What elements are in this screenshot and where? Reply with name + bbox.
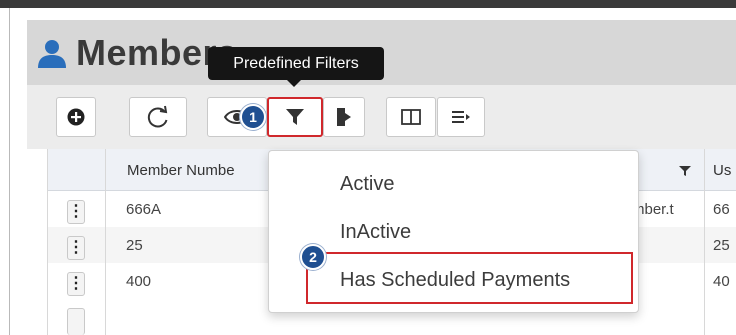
refresh-icon [147, 105, 168, 128]
column-divider [704, 149, 705, 335]
export-button[interactable] [323, 97, 365, 137]
row-menu-button[interactable]: ⋮ [67, 272, 85, 296]
list-options-button[interactable] [437, 97, 485, 137]
member-number-cell: 25 [126, 237, 143, 254]
columns-button[interactable] [386, 97, 436, 137]
columns-icon [401, 109, 421, 125]
user-icon [38, 40, 66, 68]
column-header-member-number[interactable]: Member Numbe [127, 162, 235, 179]
plus-circle-icon [67, 108, 85, 126]
us-cell: 25 [713, 237, 730, 254]
member-number-cell: 666A [126, 201, 162, 218]
predefined-filters-button[interactable] [267, 97, 323, 137]
app-top-bar [0, 0, 736, 8]
row-menu-button[interactable]: ⋮ [67, 236, 85, 260]
add-button[interactable] [56, 97, 96, 137]
row-menu-button[interactable]: ⋮ [67, 200, 85, 224]
filter-option-inactive[interactable]: InActive [340, 221, 411, 244]
column-divider [105, 149, 106, 335]
step-2-badge: 2 [300, 244, 326, 270]
tooltip-arrow [287, 80, 301, 87]
predefined-filters-tooltip: Predefined Filters [208, 47, 384, 80]
member-number-cell: 400 [126, 273, 152, 290]
table-border [47, 149, 48, 335]
export-icon [337, 108, 351, 126]
column-filter-icon[interactable] [679, 165, 691, 177]
has-scheduled-payments-highlight [306, 252, 633, 304]
filter-icon [286, 109, 304, 125]
us-cell: 40 [713, 273, 730, 290]
step-1-badge: 1 [240, 104, 266, 130]
filter-option-active[interactable]: Active [340, 173, 394, 196]
row-menu-button[interactable] [67, 308, 85, 335]
refresh-button[interactable] [129, 97, 187, 137]
list-icon [452, 111, 470, 123]
column-header-us[interactable]: Us [713, 162, 731, 179]
us-cell: 66 [713, 201, 730, 218]
